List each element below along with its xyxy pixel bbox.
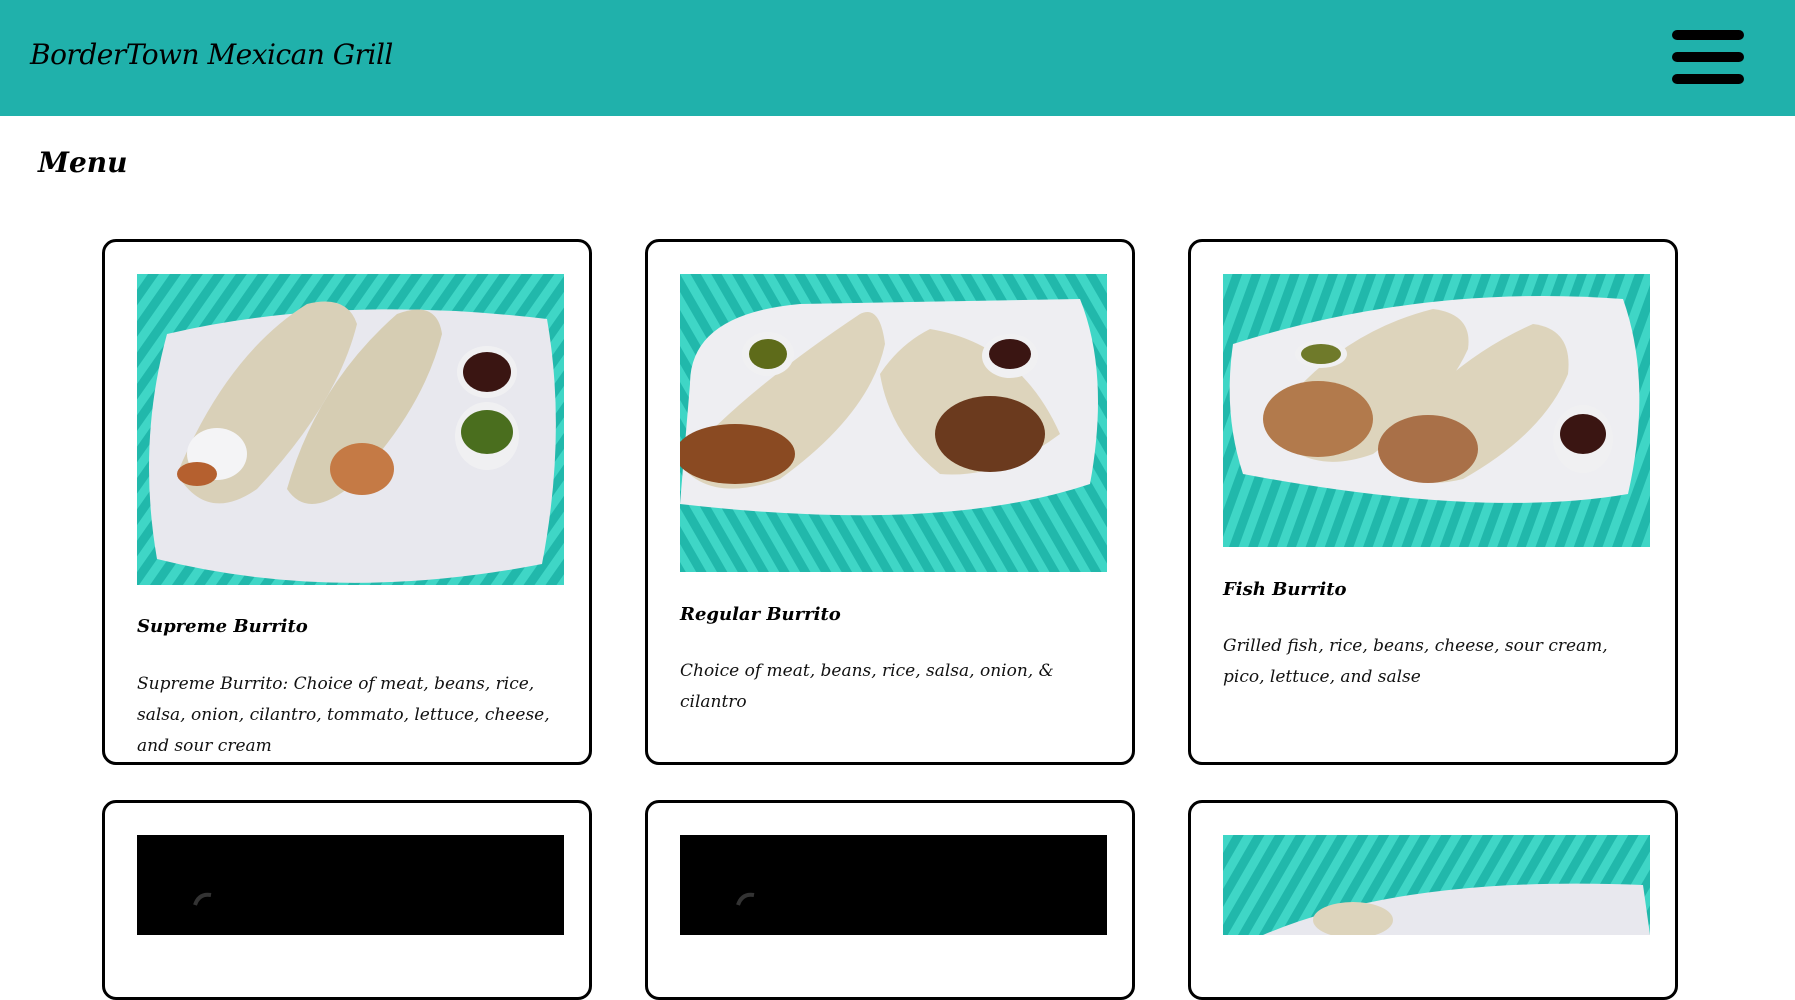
- hamburger-menu-icon[interactable]: [1672, 30, 1744, 84]
- supreme-burrito-photo: [137, 274, 564, 585]
- page-title: Menu: [38, 146, 128, 179]
- menu-item-description: Supreme Burrito: Choice of meat, beans, …: [137, 674, 550, 756]
- menu-card-fish-burrito[interactable]: Fish Burrito Grilled fish, rice, beans, …: [1188, 239, 1678, 765]
- menu-item-name: Regular Burrito: [680, 604, 841, 625]
- menu-item-name: Fish Burrito: [1223, 579, 1347, 600]
- regular-burrito-photo: [680, 274, 1107, 572]
- hamburger-bar-bottom: [1672, 74, 1744, 84]
- menu-item-photo: [1223, 835, 1650, 935]
- menu-card-regular-burrito[interactable]: Regular Burrito Choice of meat, beans, r…: [645, 239, 1135, 765]
- menu-item-description: Choice of meat, beans, rice, salsa, onio…: [680, 661, 1054, 712]
- hamburger-bar-middle: [1672, 52, 1744, 62]
- menu-card-row2-2[interactable]: [645, 800, 1135, 1000]
- hamburger-bar-top: [1672, 30, 1744, 40]
- menu-item-name: Supreme Burrito: [137, 616, 308, 637]
- menu-card-supreme-burrito[interactable]: Supreme Burrito Supreme Burrito: Choice …: [102, 239, 592, 765]
- menu-card-row2-1[interactable]: [102, 800, 592, 1000]
- menu-item-photo: [680, 835, 1107, 935]
- menu-item-description: Grilled fish, rice, beans, cheese, sour …: [1223, 636, 1608, 687]
- menu-card-row2-3[interactable]: [1188, 800, 1678, 1000]
- menu-item-photo: [137, 835, 564, 935]
- site-header: BorderTown Mexican Grill: [0, 0, 1795, 116]
- site-title[interactable]: BorderTown Mexican Grill: [30, 38, 393, 71]
- fish-burrito-photo: [1223, 274, 1650, 547]
